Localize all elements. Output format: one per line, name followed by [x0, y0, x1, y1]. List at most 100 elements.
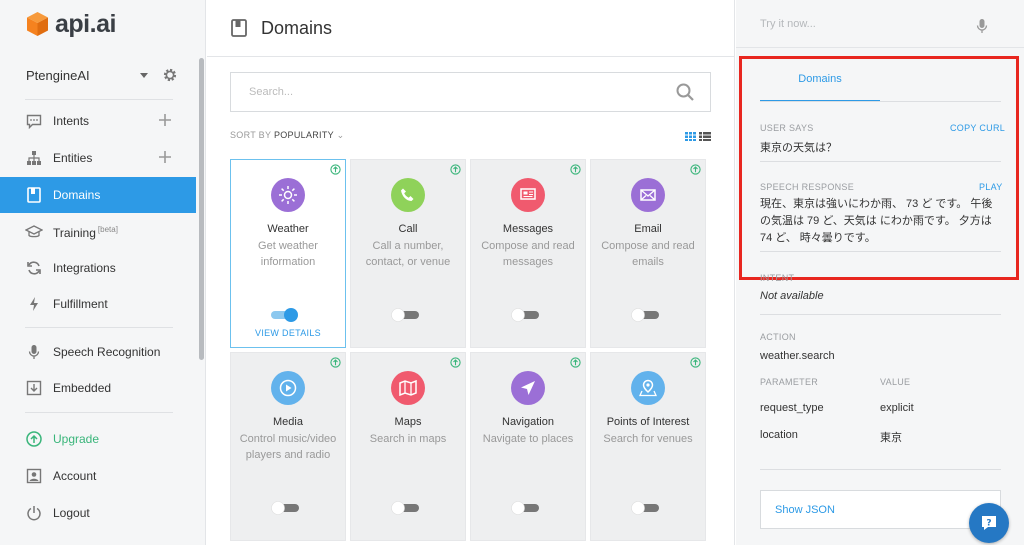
navigation-arrow-icon — [511, 371, 545, 405]
sidebar-item-label: Integrations — [53, 261, 116, 275]
domain-toggle-off[interactable] — [631, 501, 659, 515]
divider — [760, 314, 1001, 315]
grid-view-icon[interactable] — [685, 132, 696, 141]
domain-card-navigation[interactable]: Navigation Navigate to places — [470, 352, 586, 541]
domain-search — [230, 72, 711, 112]
view-toggle[interactable] — [685, 132, 711, 141]
domain-toggle-off[interactable] — [391, 308, 419, 322]
user-says-text: 東京の天気は？ — [760, 142, 837, 154]
param-name: request_type — [760, 402, 824, 414]
domain-card-messages[interactable]: Messages Compose and read messages — [470, 159, 586, 348]
sidebar-item-domains[interactable]: Domains — [0, 177, 196, 213]
book-icon — [231, 19, 247, 37]
gear-icon[interactable] — [162, 67, 178, 83]
domain-card-points-of-interest[interactable]: Points of Interest Search for venues — [590, 352, 706, 541]
sidebar-scrollbar[interactable] — [199, 58, 204, 360]
domain-title: Media — [273, 416, 303, 428]
domain-toggle-off[interactable] — [631, 308, 659, 322]
chevron-down-icon[interactable] — [140, 72, 148, 78]
sidebar-item-intents[interactable]: Intents — [0, 103, 196, 139]
power-icon — [25, 504, 43, 522]
domain-title: Maps — [394, 416, 422, 428]
sidebar-item-label: Training — [53, 225, 96, 240]
sidebar-item-label: Intents — [53, 114, 90, 128]
upgrade-arrow-icon — [330, 357, 341, 368]
show-json-button[interactable]: Show JSON — [760, 490, 1001, 529]
sidebar-item-embedded[interactable]: Embedded — [0, 370, 196, 406]
domain-description: Navigate to places — [482, 433, 574, 445]
domain-card-weather[interactable]: Weather Get weather information VIEW DET… — [230, 159, 346, 348]
domain-card-email[interactable]: Email Compose and read emails — [590, 159, 706, 348]
sidebar-item-fulfillment[interactable]: Fulfillment — [0, 286, 196, 322]
try-it-now-input[interactable] — [760, 14, 970, 34]
logo[interactable]: api.ai — [26, 9, 116, 39]
sidebar-item-label: Account — [53, 469, 97, 483]
upgrade-arrow-icon — [690, 357, 701, 368]
view-details-link[interactable]: VIEW DETAILS — [231, 328, 345, 338]
add-intent-plus-icon[interactable] — [158, 113, 172, 127]
list-view-icon[interactable] — [699, 132, 711, 141]
action-label: ACTION — [760, 332, 796, 342]
upgrade-arrow-icon — [450, 164, 461, 175]
domain-card-media[interactable]: Media Control music/video players and ra… — [230, 352, 346, 541]
sidebar-item-training[interactable]: Training [beta] — [0, 214, 196, 250]
domain-toggle-on[interactable] — [271, 308, 299, 322]
graduation-cap-icon — [25, 223, 43, 241]
domain-toggle-off[interactable] — [271, 501, 299, 515]
search-icon[interactable] — [676, 83, 694, 101]
domain-title: Points of Interest — [606, 416, 690, 428]
domain-toggle-off[interactable] — [391, 501, 419, 515]
sort-selector[interactable]: SORT BY POPULARITY ⌄ — [230, 130, 344, 141]
add-entity-plus-icon[interactable] — [158, 150, 172, 164]
hierarchy-icon — [25, 149, 43, 167]
main-panel: Domains SORT BY POPULARITY ⌄ Weather Get… — [207, 0, 735, 545]
phone-icon — [391, 178, 425, 212]
upgrade-arrow-icon — [450, 357, 461, 368]
param-value: explicit — [880, 402, 914, 414]
search-input[interactable] — [249, 73, 669, 111]
domain-toggle-off[interactable] — [511, 308, 539, 322]
user-card-icon — [25, 467, 43, 485]
show-json-label: Show JSON — [775, 503, 835, 516]
upgrade-arrow-icon — [690, 164, 701, 175]
sidebar-divider — [25, 327, 173, 328]
domain-description: Compose and read emails — [601, 240, 695, 268]
sidebar-item-upgrade[interactable]: Upgrade — [0, 421, 196, 457]
sidebar-item-label: Logout — [53, 506, 90, 520]
domain-description: Search for venues — [603, 433, 693, 445]
sidebar-item-logout[interactable]: Logout — [0, 495, 196, 531]
tab-domains[interactable]: Domains — [760, 73, 880, 85]
sidebar-item-label: Upgrade — [53, 432, 100, 446]
sidebar-divider — [25, 99, 173, 100]
domain-card-maps[interactable]: Maps Search in maps — [350, 352, 466, 541]
help-question-icon: ? — [982, 516, 996, 530]
play-link[interactable]: PLAY — [979, 182, 1003, 192]
domain-title: Messages — [502, 223, 554, 235]
divider — [760, 161, 1001, 162]
logo-text: api.ai — [55, 9, 116, 38]
upgrade-arrow-icon — [330, 164, 341, 175]
sidebar-item-label: Domains — [53, 188, 101, 202]
domain-card-call[interactable]: Call Call a number, contact, or venue — [350, 159, 466, 348]
sidebar-item-account[interactable]: Account — [0, 458, 196, 494]
play-icon — [271, 371, 305, 405]
help-chat-button[interactable]: ? — [969, 503, 1009, 543]
sidebar-item-speech-recognition[interactable]: Speech Recognition — [0, 334, 196, 370]
value-column-header: VALUE — [880, 377, 911, 387]
sidebar-item-entities[interactable]: Entities — [0, 140, 196, 176]
sidebar-item-integrations[interactable]: Integrations — [0, 250, 196, 286]
envelope-icon — [631, 178, 665, 212]
microphone-icon[interactable] — [976, 18, 988, 34]
agent-selector[interactable]: PtengineAI — [26, 66, 178, 84]
chat-bubble-icon — [25, 112, 43, 130]
sort-prefix: SORT BY — [230, 130, 272, 140]
domain-description: Get weather information — [258, 240, 318, 268]
domain-description: Compose and read messages — [481, 240, 575, 268]
speech-response-text: 現在、東京は強いにわか雨、 73 ど です。 午後の気温は 79 ど、天気は に… — [760, 198, 993, 244]
divider — [760, 251, 1001, 252]
copy-curl-link[interactable]: COPY CURL — [950, 123, 1005, 133]
speech-response-label: SPEECH RESPONSE — [760, 182, 855, 192]
chevron-down-icon: ⌄ — [336, 130, 345, 140]
domain-toggle-off[interactable] — [511, 501, 539, 515]
sidebar-item-label: Fulfillment — [53, 297, 108, 311]
